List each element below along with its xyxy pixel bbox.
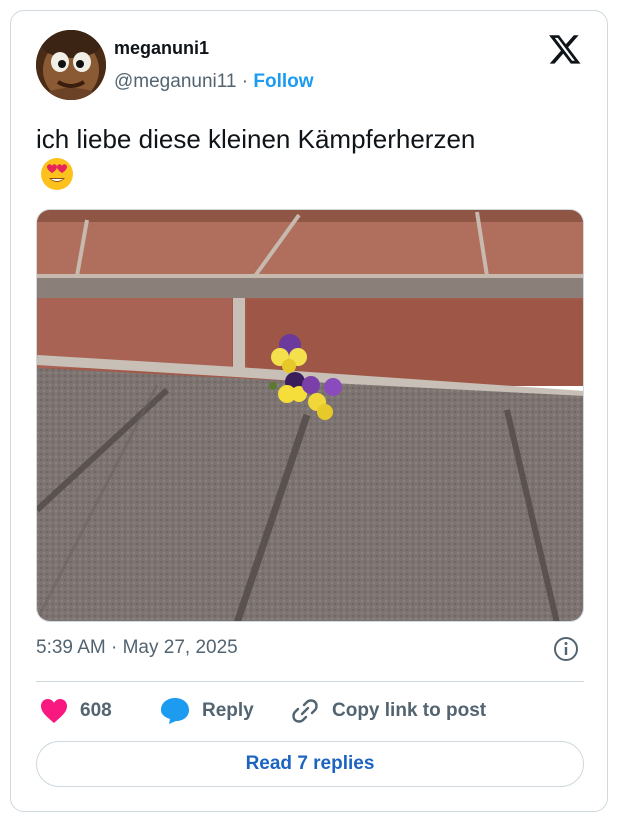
author-handle-row: @meganuni11 · Follow xyxy=(114,71,314,93)
heart-icon xyxy=(41,699,67,723)
reply-label: Reply xyxy=(202,700,254,721)
divider xyxy=(36,681,584,682)
read-replies-label: Read 7 replies xyxy=(245,753,375,774)
tweet-text: ich liebe diese kleinen Kämpferherzen xyxy=(36,124,476,154)
tweet-timestamp[interactable]: 5:39 AM · May 27, 2025 xyxy=(36,637,238,659)
reply-bubble-icon xyxy=(161,698,189,724)
info-icon[interactable] xyxy=(553,636,579,662)
heart-eyes-emoji-icon xyxy=(41,158,73,190)
like-count: 608 xyxy=(80,700,112,721)
read-replies-button[interactable]: Read 7 replies xyxy=(36,741,584,787)
handle-separator: · xyxy=(241,71,249,92)
x-logo-icon[interactable] xyxy=(548,32,582,66)
like-button[interactable]: 608 xyxy=(40,696,112,726)
author-handle[interactable]: @meganuni11 xyxy=(114,71,236,92)
avatar[interactable] xyxy=(36,30,106,100)
tweet-photo[interactable] xyxy=(36,209,584,622)
copy-link-label: Copy link to post xyxy=(332,700,487,721)
copy-link-button[interactable]: Copy link to post xyxy=(290,696,486,726)
reply-button[interactable]: Reply xyxy=(160,696,254,726)
follow-link[interactable]: Follow xyxy=(253,71,313,92)
author-display-name[interactable]: meganuni1 xyxy=(114,38,209,59)
link-icon xyxy=(292,699,318,723)
